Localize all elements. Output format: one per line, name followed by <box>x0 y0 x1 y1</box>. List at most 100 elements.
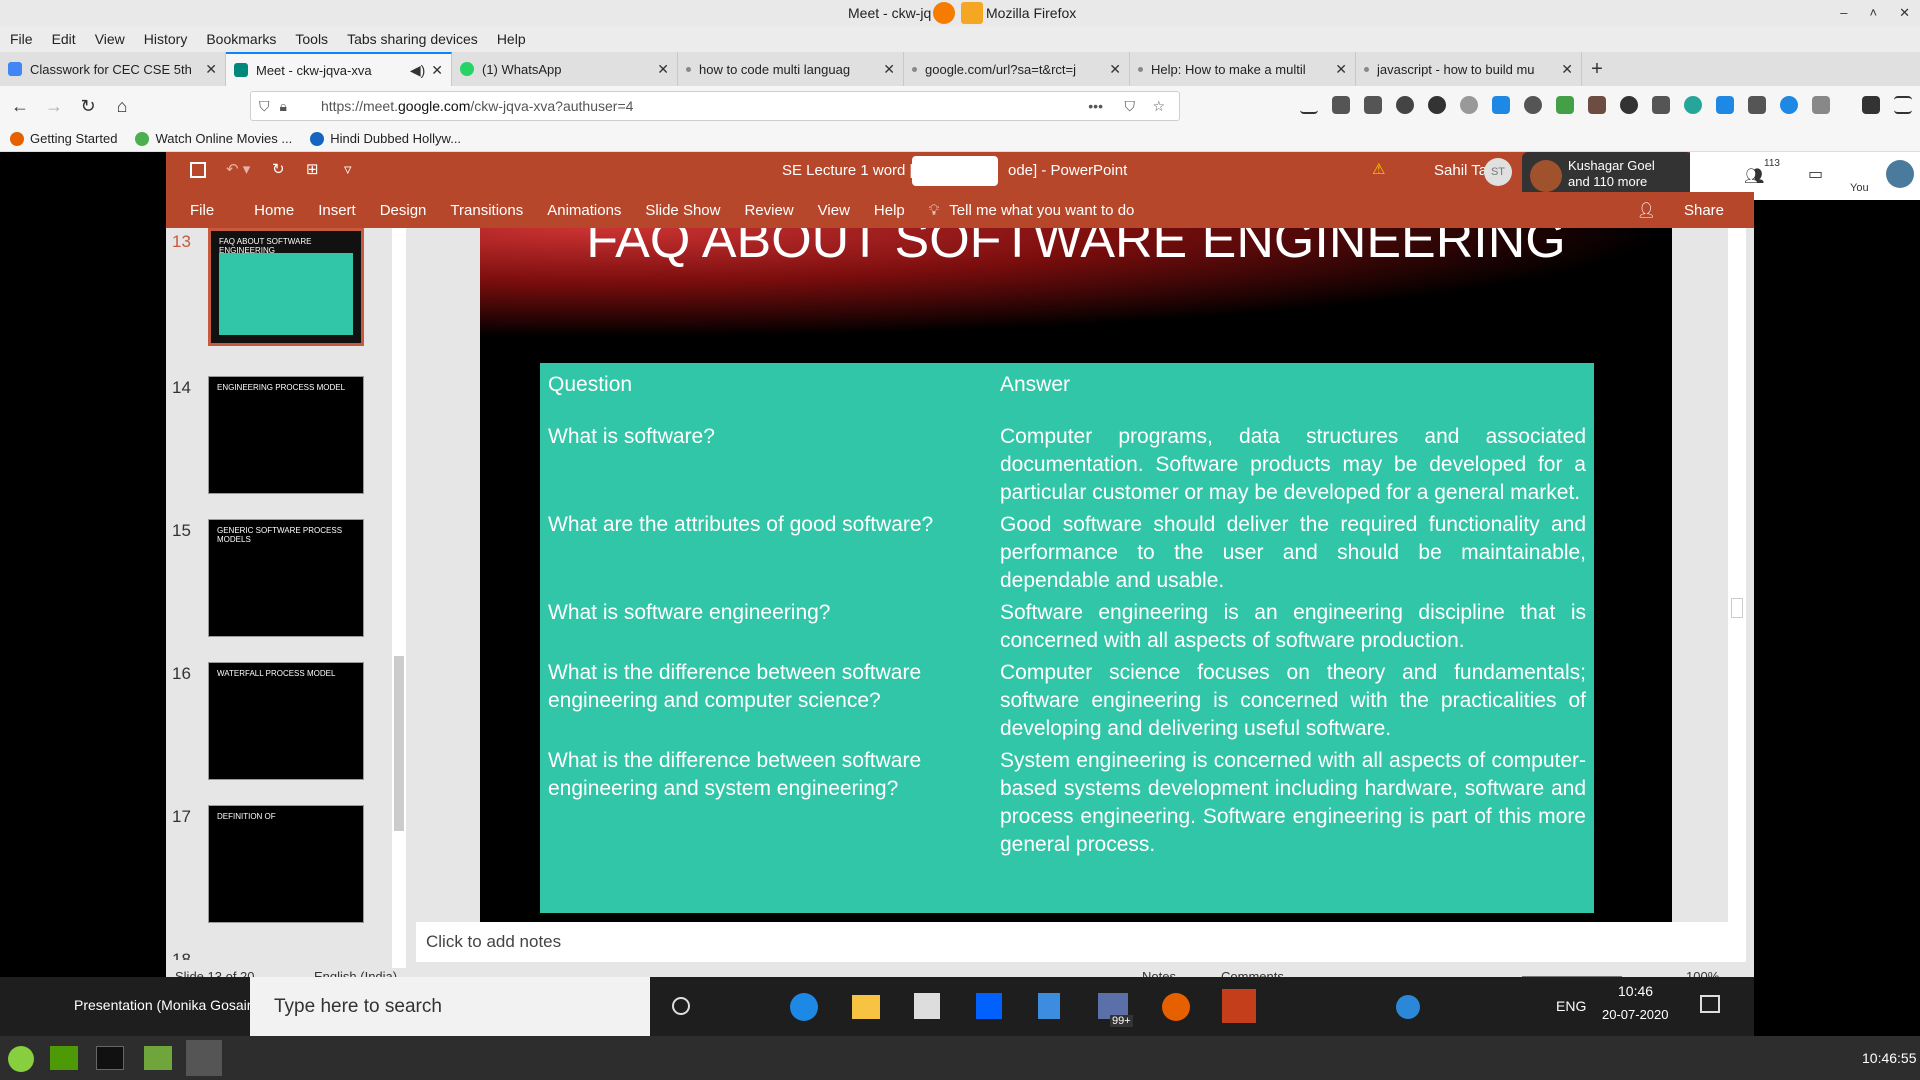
slide-thumbnail-17[interactable]: DEFINITION OF <box>208 805 364 923</box>
extension-icon[interactable] <box>1428 96 1446 114</box>
extension-icon[interactable] <box>1812 96 1830 114</box>
present-icon[interactable]: ⊞ <box>306 160 319 178</box>
tab-classwork[interactable]: Classwork for CEC CSE 5th ✕ <box>0 52 226 86</box>
bookmark-hindi-dubbed[interactable]: Hindi Dubbed Hollyw... <box>310 131 461 146</box>
user-avatar[interactable]: ST <box>1484 158 1512 186</box>
explorer-icon[interactable] <box>852 995 880 1019</box>
extension-icon[interactable] <box>1588 96 1606 114</box>
tab-meet[interactable]: Meet - ckw-jqva-xva ◀) ✕ <box>226 52 452 86</box>
firefox-panel-icon[interactable] <box>186 1040 222 1076</box>
menu-file[interactable]: File <box>10 31 33 47</box>
ribbon-help[interactable]: Help <box>874 202 905 219</box>
thumbnail-scrollbar[interactable] <box>392 228 406 968</box>
tab-close-icon[interactable]: ✕ <box>883 61 895 78</box>
tab-close-icon[interactable]: ✕ <box>1109 61 1121 78</box>
windows-search-box[interactable]: Type here to search <box>250 977 650 1036</box>
home-icon[interactable]: ⌂ <box>108 96 136 117</box>
extension-icon[interactable] <box>1716 96 1734 114</box>
tab-close-icon[interactable]: ✕ <box>657 61 669 78</box>
forward-icon[interactable]: → <box>40 96 68 117</box>
tab-close-icon[interactable]: ✕ <box>205 61 217 78</box>
cortana-icon[interactable] <box>672 997 690 1015</box>
people-icon[interactable]: 👥︎ <box>1744 166 1764 186</box>
menu-help[interactable]: Help <box>497 31 526 47</box>
menu-edit[interactable]: Edit <box>52 31 76 47</box>
ribbon-design[interactable]: Design <box>380 202 427 219</box>
tab-help[interactable]: Help: How to make a multil ✕ <box>1130 52 1356 86</box>
notes-pane[interactable]: Click to add notes <box>416 922 1746 962</box>
ribbon-animations[interactable]: Animations <box>547 202 621 219</box>
extensions-icon[interactable] <box>1862 96 1880 114</box>
menu-tabs-sharing[interactable]: Tabs sharing devices <box>347 31 478 47</box>
tell-me-field[interactable]: Tell me what you want to do <box>949 202 1134 219</box>
share-button[interactable]: 👤︎ Share <box>1613 201 1724 219</box>
menu-icon[interactable] <box>1894 96 1912 114</box>
ribbon-view[interactable]: View <box>818 202 850 219</box>
tray-icons[interactable] <box>1612 1050 1812 1066</box>
menu-bookmarks[interactable]: Bookmarks <box>206 31 276 47</box>
tab-close-icon[interactable]: ✕ <box>1561 61 1573 78</box>
extension-icon[interactable] <box>1620 96 1638 114</box>
notifications-icon[interactable] <box>1700 995 1720 1013</box>
bookmark-movies[interactable]: Watch Online Movies ... <box>135 131 292 146</box>
current-slide[interactable]: FAQ ABOUT SOFTWARE ENGINEERING Question … <box>480 228 1672 922</box>
terminal-icon[interactable] <box>96 1046 124 1070</box>
extension-icon[interactable] <box>1556 96 1574 114</box>
tab-whatsapp[interactable]: (1) WhatsApp ✕ <box>452 52 678 86</box>
page-actions-icon[interactable]: ••• <box>1088 98 1103 114</box>
chat-icon[interactable]: ▭ <box>1808 164 1823 184</box>
extension-icon[interactable] <box>1492 96 1510 114</box>
url-bar[interactable]: ⛉ 🔒︎ https://meet. google.com/ckw-jqva-xv… <box>250 91 1180 121</box>
scroll-thumb[interactable] <box>394 656 404 831</box>
minimize-icon[interactable]: – <box>1840 0 1847 26</box>
faq-table[interactable]: Question Answer What is software? Comput… <box>540 363 1594 913</box>
extension-icon[interactable] <box>1748 96 1766 114</box>
slide-thumbnail-15[interactable]: GENERIC SOFTWARE PROCESS MODELS <box>208 519 364 637</box>
extension-icon[interactable] <box>1524 96 1542 114</box>
shield-icon[interactable]: ⛉ <box>259 98 270 115</box>
new-tab-button[interactable]: + <box>1582 52 1612 86</box>
slide-scrollbar[interactable] <box>1728 228 1746 922</box>
bookmark-star-icon[interactable]: ☆ <box>1152 98 1165 115</box>
scroll-thumb[interactable] <box>1731 598 1743 618</box>
visualstudio-icon[interactable] <box>1038 993 1060 1019</box>
speaker-icon[interactable]: ◀) <box>410 62 425 79</box>
back-icon[interactable]: ← <box>6 96 34 117</box>
reload-icon[interactable]: ↻ <box>74 96 102 117</box>
menu-tools[interactable]: Tools <box>295 31 328 47</box>
extension-icon[interactable] <box>1684 96 1702 114</box>
menu-view[interactable]: View <box>95 31 125 47</box>
self-avatar[interactable] <box>1886 160 1914 188</box>
dropbox-icon[interactable] <box>976 993 1002 1019</box>
help-icon[interactable] <box>1396 995 1420 1019</box>
firefox-taskbar-icon[interactable] <box>1162 993 1190 1021</box>
powerpoint-taskbar-icon[interactable] <box>1222 989 1256 1023</box>
sidebar-icon[interactable] <box>1364 96 1382 114</box>
share-overlay-icons[interactable] <box>912 156 998 186</box>
tab-google-url[interactable]: google.com/url?sa=t&rct=j ✕ <box>904 52 1130 86</box>
slide-thumbnail-14[interactable]: ENGINEERING PROCESS MODEL <box>208 376 364 494</box>
undo-icon[interactable]: ↶ ▾ <box>226 160 250 178</box>
mint-menu-icon[interactable] <box>8 1046 34 1072</box>
slide-thumbnail-16[interactable]: WATERFALL PROCESS MODEL <box>208 662 364 780</box>
language-label[interactable]: ENG <box>1556 998 1586 1014</box>
show-desktop-icon[interactable] <box>50 1046 78 1070</box>
save-icon[interactable] <box>190 162 206 178</box>
ribbon-review[interactable]: Review <box>744 202 793 219</box>
close-icon[interactable]: ✕ <box>1899 0 1910 26</box>
edge-icon[interactable] <box>790 993 818 1021</box>
ribbon-home[interactable]: Home <box>254 202 294 219</box>
maximize-icon[interactable]: ˄ <box>1870 0 1878 26</box>
ribbon-transitions[interactable]: Transitions <box>450 202 523 219</box>
tab-multi-language[interactable]: how to code multi languag ✕ <box>678 52 904 86</box>
files-icon[interactable] <box>144 1046 172 1070</box>
download-icon[interactable] <box>1300 96 1318 114</box>
extension-icon[interactable] <box>1460 96 1478 114</box>
customize-icon[interactable]: ▿ <box>344 160 352 178</box>
pocket-icon[interactable]: ⛉ <box>1125 98 1136 115</box>
tab-close-icon[interactable]: ✕ <box>1335 61 1347 78</box>
ribbon-insert[interactable]: Insert <box>318 202 356 219</box>
tab-close-icon[interactable]: ✕ <box>431 62 443 79</box>
account-icon[interactable] <box>1396 96 1414 114</box>
ribbon-file[interactable]: File <box>190 202 214 219</box>
